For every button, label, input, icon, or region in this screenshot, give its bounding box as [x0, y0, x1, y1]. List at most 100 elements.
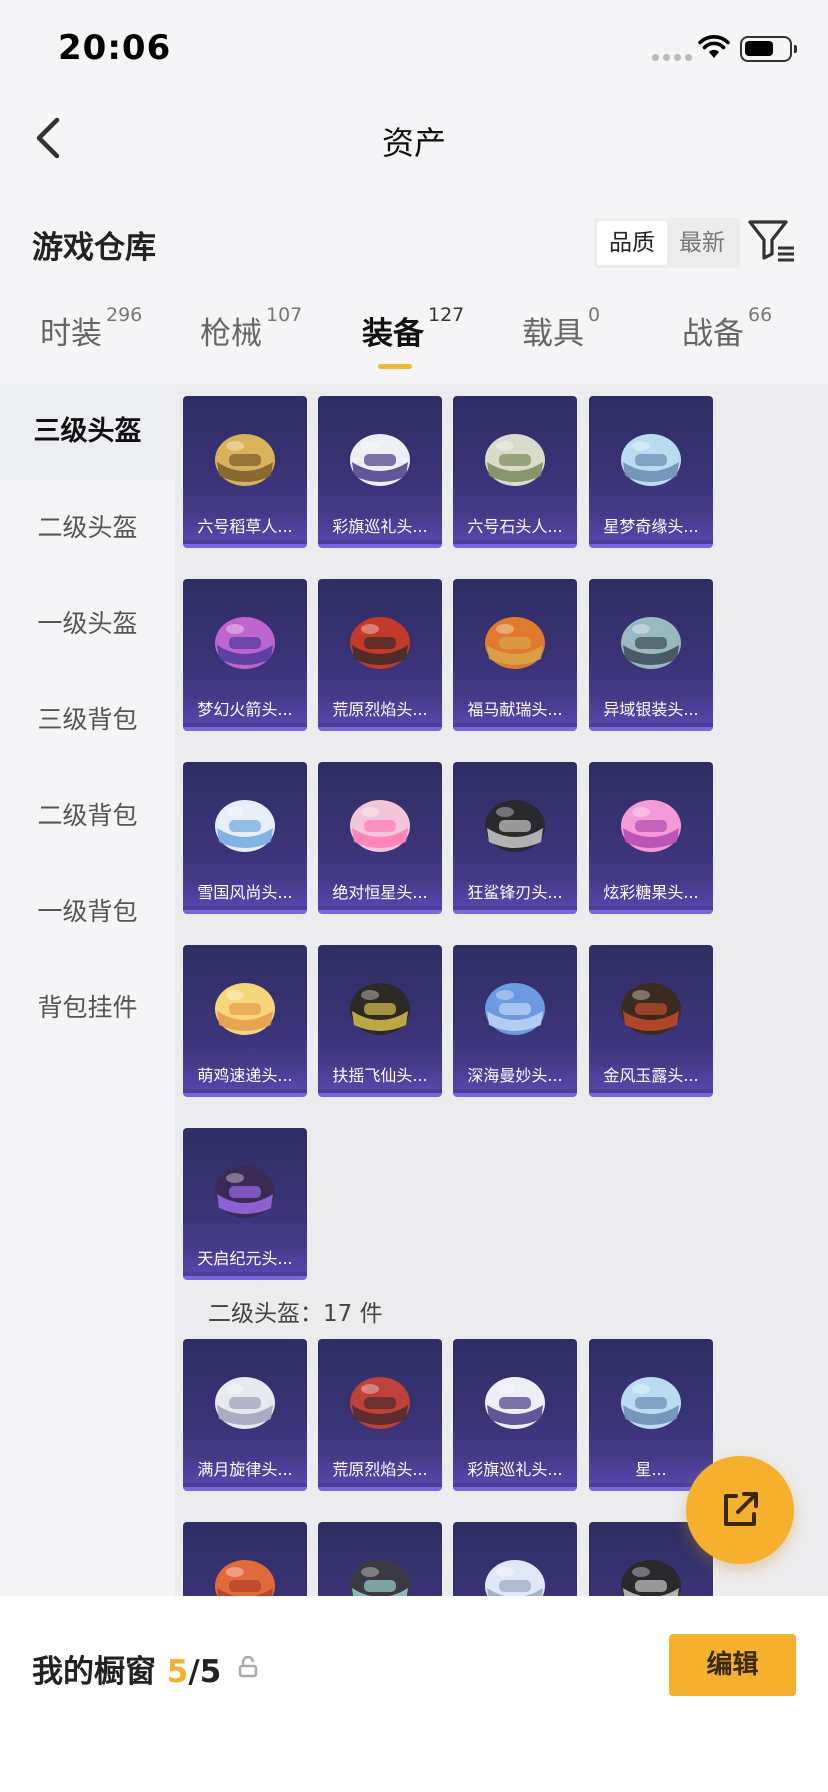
helmet-image [485, 617, 545, 669]
helmet-image [215, 617, 275, 669]
helmet-image [485, 434, 545, 486]
item-name: 绝对恒星头... [318, 880, 442, 906]
tab-guns[interactable]: 枪械107 [200, 304, 302, 353]
item-card[interactable]: 绝对恒星头... [318, 762, 442, 914]
helmet-image [621, 800, 681, 852]
lock-icon [238, 1656, 258, 1678]
sidebar: 三级头盔 二级头盔 一级头盔 三级背包 二级背包 一级背包 背包挂件 [0, 384, 175, 1596]
tab-underline [378, 364, 412, 369]
item-card[interactable]: 狂鲨锋刃头... [453, 762, 577, 914]
item-card[interactable]: 六号稻草人... [183, 396, 307, 548]
item-name: 福马献瑞头... [453, 697, 577, 723]
tab-label: 载具 [522, 316, 584, 352]
helmet-image [621, 1377, 681, 1429]
tab-vehicles[interactable]: 载具0 [522, 304, 600, 353]
showcase-label: 我的橱窗 5/5 [32, 1646, 221, 1691]
helmet-image [350, 1560, 410, 1596]
sort-newest-button[interactable]: 最新 [667, 221, 737, 265]
item-card[interactable]: 扶摇飞仙头... [318, 945, 442, 1097]
showcase-bar: 我的橱窗 5/5 编辑 [0, 1596, 828, 1792]
item-card[interactable]: 萌鸡速递头... [183, 945, 307, 1097]
edit-button[interactable]: 编辑 [669, 1634, 796, 1696]
helmet-image [350, 983, 410, 1035]
category-tabs: 时装296 枪械107 装备127 载具0 战备66 [0, 304, 828, 384]
tab-gear[interactable]: 战备66 [682, 304, 772, 353]
helmet-image [215, 1166, 275, 1218]
helmet-image [350, 617, 410, 669]
item-card[interactable]: 彩旗巡礼头... [453, 1339, 577, 1491]
item-card[interactable] [183, 1522, 307, 1596]
item-name: 彩旗巡礼头... [318, 514, 442, 540]
tab-count: 127 [428, 304, 465, 326]
item-card[interactable]: 满月旋律头... [183, 1339, 307, 1491]
wifi-icon [698, 35, 730, 58]
showcase-title: 我的橱窗 [32, 1654, 156, 1690]
tab-count: 296 [106, 304, 143, 326]
sort-quality-button[interactable]: 品质 [597, 221, 667, 265]
warehouse-header: 游戏仓库 品质 最新 [0, 210, 828, 274]
helmet-image [621, 983, 681, 1035]
status-bar: 20:06 [0, 0, 828, 96]
item-card[interactable]: 荒原烈焰头... [318, 1339, 442, 1491]
item-card[interactable]: 星... [589, 1339, 713, 1491]
item-name: 六号稻草人... [183, 514, 307, 540]
item-card[interactable]: 雪国风尚头... [183, 762, 307, 914]
item-card[interactable]: 福马献瑞头... [453, 579, 577, 731]
item-name: 雪国风尚头... [183, 880, 307, 906]
item-card[interactable] [318, 1522, 442, 1596]
helmet-image [215, 983, 275, 1035]
item-name: 梦幻火箭头... [183, 697, 307, 723]
helmet-image [621, 434, 681, 486]
status-time: 20:06 [58, 28, 172, 68]
item-card[interactable]: 六号石头人... [453, 396, 577, 548]
nav-bar: 资产 [0, 96, 828, 186]
tab-fashion[interactable]: 时装296 [40, 304, 142, 353]
helmet-image [215, 800, 275, 852]
item-name: 狂鲨锋刃头... [453, 880, 577, 906]
item-name: 萌鸡速递头... [183, 1063, 307, 1089]
item-card[interactable]: 梦幻火箭头... [183, 579, 307, 731]
filter-button[interactable] [746, 214, 798, 266]
item-card[interactable]: 彩旗巡礼头... [318, 396, 442, 548]
sidebar-item-level1-backpack[interactable]: 一级背包 [0, 864, 175, 960]
item-card[interactable]: 星梦奇缘头... [589, 396, 713, 548]
share-button[interactable] [686, 1456, 794, 1564]
item-card[interactable]: 天启纪元头... [183, 1128, 307, 1280]
helmet-image [485, 800, 545, 852]
item-name: 炫彩糖果头... [589, 880, 713, 906]
item-card[interactable]: 深海曼妙头... [453, 945, 577, 1097]
page-title: 资产 [381, 124, 446, 162]
tab-label: 战备 [682, 316, 744, 352]
sidebar-item-level3-backpack[interactable]: 三级背包 [0, 672, 175, 768]
item-card[interactable]: 荒原烈焰头... [318, 579, 442, 731]
showcase-current: 5 [166, 1654, 189, 1690]
item-card[interactable]: 金风玉露头... [589, 945, 713, 1097]
sort-toggle: 品质 最新 [594, 218, 740, 268]
item-name: 六号石头人... [453, 514, 577, 540]
helmet-image [350, 800, 410, 852]
item-name: 异域银装头... [589, 697, 713, 723]
sidebar-item-level3-helmet[interactable]: 三级头盔 [0, 384, 175, 480]
sidebar-item-level2-helmet[interactable]: 二级头盔 [0, 480, 175, 576]
item-card[interactable]: 炫彩糖果头... [589, 762, 713, 914]
helmet-image [350, 434, 410, 486]
tab-count: 107 [266, 304, 303, 326]
helmet-image [485, 983, 545, 1035]
item-card[interactable]: 异域银装头... [589, 579, 713, 731]
item-name: 扶摇飞仙头... [318, 1063, 442, 1089]
helmet-image [485, 1560, 545, 1596]
helmet-image [215, 1377, 275, 1429]
helmet-image [621, 1560, 681, 1596]
sidebar-item-level2-backpack[interactable]: 二级背包 [0, 768, 175, 864]
helmet-image [621, 617, 681, 669]
tab-equipment[interactable]: 装备127 [362, 304, 464, 369]
item-name: 彩旗巡礼头... [453, 1457, 577, 1483]
sidebar-item-level1-helmet[interactable]: 一级头盔 [0, 576, 175, 672]
showcase-total: /5 [188, 1654, 222, 1690]
item-grid: 二级头盔：17 件 六号稻草人... 彩旗巡礼头... 六号石头人... 星梦奇缘头.… [175, 384, 828, 1596]
tab-label: 装备 [362, 316, 424, 352]
tab-label: 枪械 [200, 316, 262, 352]
tab-label: 时装 [40, 316, 102, 352]
item-card[interactable] [453, 1522, 577, 1596]
sidebar-item-backpack-charm[interactable]: 背包挂件 [0, 960, 175, 1056]
